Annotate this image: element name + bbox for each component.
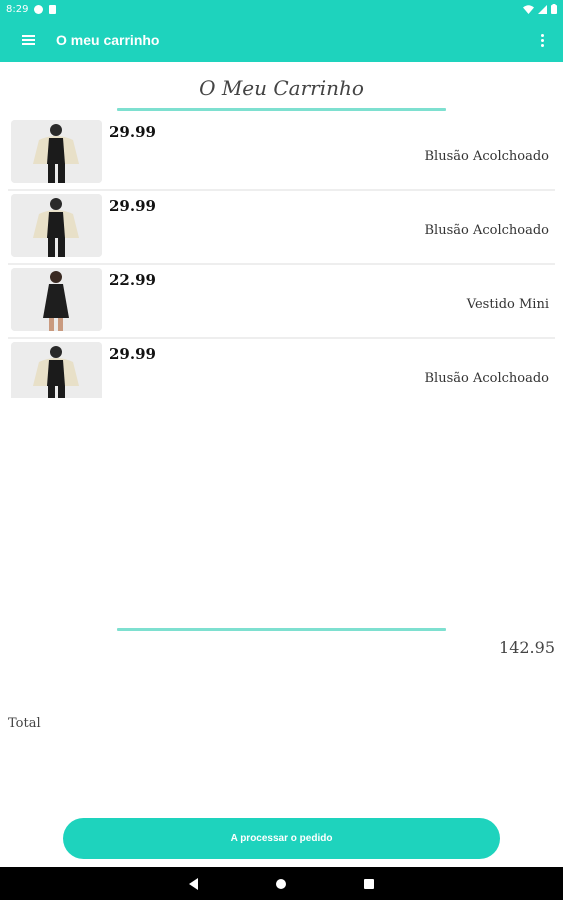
cart-item[interactable]: 29.99 Blusão Acolchoado bbox=[8, 191, 555, 265]
mini-dress-image bbox=[11, 268, 102, 331]
battery-icon bbox=[551, 4, 557, 14]
signal-icon bbox=[538, 4, 547, 14]
item-name: Vestido Mini bbox=[466, 297, 549, 312]
item-price: 29.99 bbox=[109, 197, 156, 215]
total-value: 142.95 bbox=[499, 638, 555, 657]
total-label: Total bbox=[8, 716, 41, 731]
hamburger-menu-icon[interactable] bbox=[0, 18, 56, 62]
status-time: 8:29 bbox=[6, 3, 29, 15]
sd-card-icon bbox=[49, 4, 57, 14]
cart-item[interactable]: 29.99 Blusão Acolchoado bbox=[8, 339, 555, 398]
item-price: 29.99 bbox=[109, 123, 156, 141]
item-price: 22.99 bbox=[109, 271, 156, 289]
product-image bbox=[11, 342, 102, 398]
recent-apps-icon[interactable] bbox=[364, 878, 374, 889]
item-name: Blusão Acolchoado bbox=[424, 149, 550, 164]
puffer-jacket-image bbox=[11, 120, 102, 183]
wifi-icon bbox=[523, 4, 534, 14]
puffer-jacket-image bbox=[11, 194, 102, 257]
status-bar: 8:29 bbox=[0, 0, 563, 18]
page-title: O Meu Carrinho bbox=[199, 76, 364, 100]
cart-list[interactable]: 29.99 Blusão Acolchoado 29.99 Blusão Aco… bbox=[8, 117, 555, 398]
navigation-bar bbox=[0, 867, 563, 900]
product-image bbox=[11, 268, 102, 331]
notification-icon bbox=[34, 4, 44, 14]
item-price: 29.99 bbox=[109, 345, 156, 363]
app-bar: O meu carrinho bbox=[0, 18, 563, 62]
total-divider bbox=[117, 628, 446, 631]
more-vertical-icon[interactable] bbox=[521, 18, 563, 62]
title-divider bbox=[117, 108, 446, 111]
app-title: O meu carrinho bbox=[56, 32, 160, 48]
checkout-button[interactable]: A processar o pedido bbox=[63, 818, 500, 859]
item-name: Blusão Acolchoado bbox=[424, 223, 550, 238]
product-image bbox=[11, 120, 102, 183]
puffer-jacket-image bbox=[11, 342, 102, 398]
product-image bbox=[11, 194, 102, 257]
cart-item[interactable]: 29.99 Blusão Acolchoado bbox=[8, 117, 555, 191]
home-icon[interactable] bbox=[276, 878, 286, 889]
item-name: Blusão Acolchoado bbox=[424, 371, 550, 386]
back-icon[interactable] bbox=[189, 877, 198, 890]
cart-item[interactable]: 22.99 Vestido Mini bbox=[8, 265, 555, 339]
